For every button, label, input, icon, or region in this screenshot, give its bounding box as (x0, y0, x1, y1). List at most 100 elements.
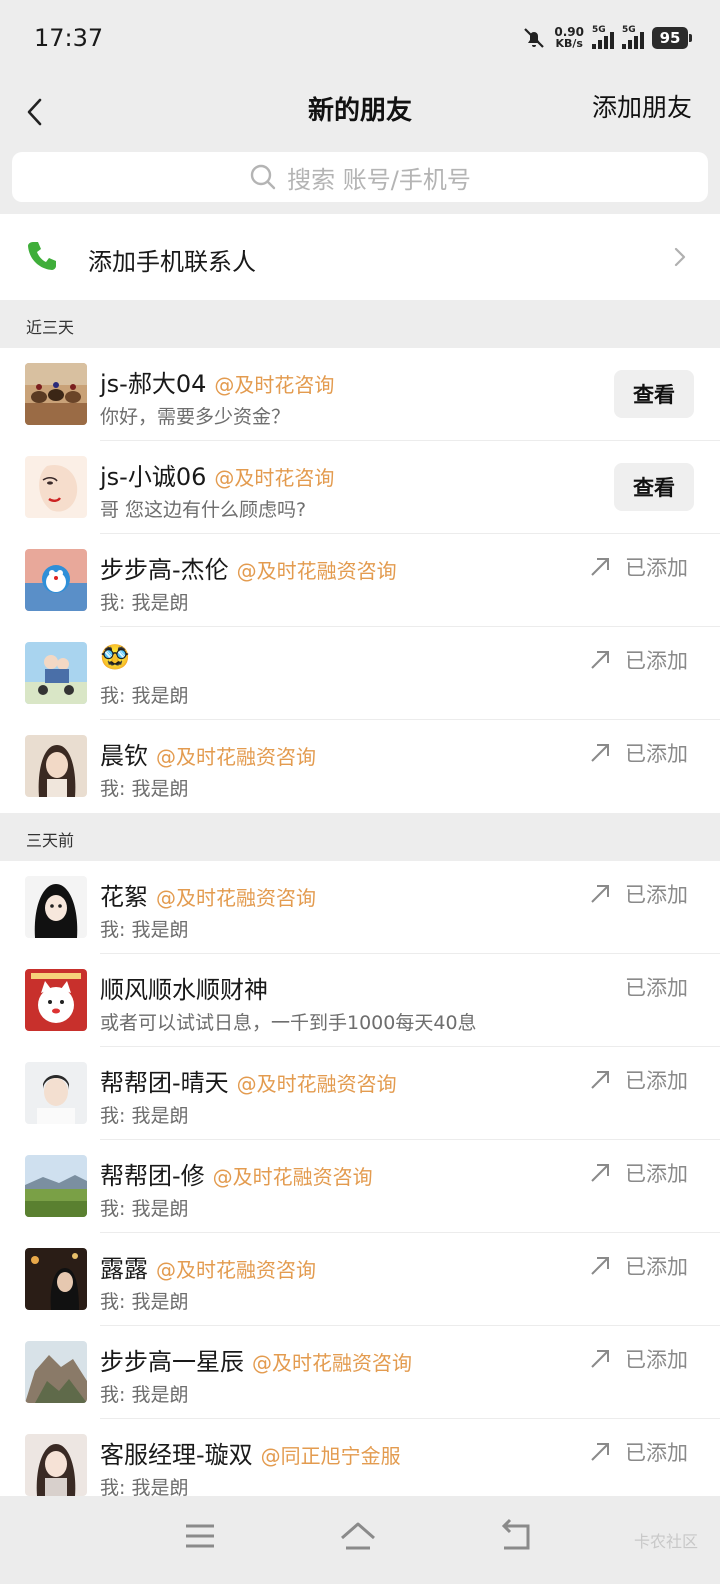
friend-org: @及时花融资咨询 (156, 1258, 316, 1282)
friend-org: @及时花融资咨询 (156, 745, 316, 769)
face-illustration-icon (25, 456, 87, 518)
friend-message: 我: 我是朗 (100, 1291, 189, 1313)
anime-girl-portrait-icon (25, 876, 87, 938)
friend-name: 帮帮团-修 (100, 1162, 205, 1190)
view-button[interactable]: 查看 (614, 463, 694, 511)
friend-name: 客服经理-璇双 (100, 1441, 253, 1469)
arrow-up-right-icon (591, 1071, 609, 1089)
woman-selfie-icon (25, 1434, 87, 1496)
friend-name: 步步高-杰伦 (100, 556, 229, 584)
friend-request-row[interactable]: 帮帮团-修 @及时花融资咨询 我: 我是朗 已添加 (0, 1140, 720, 1233)
friend-message: 哥 您这边有什么顾虑吗? (100, 499, 307, 521)
friend-message: 我: 我是朗 (100, 1105, 189, 1127)
added-status: 已添加 (589, 879, 688, 909)
added-label: 已添加 (625, 742, 688, 766)
friend-org: @及时花融资咨询 (252, 1351, 412, 1375)
friend-name: 露露 (100, 1255, 148, 1283)
friend-request-row[interactable]: 🥸 我: 我是朗 已添加 (0, 627, 720, 720)
arrow-up-right-icon (591, 1443, 609, 1461)
woman-portrait-icon (25, 735, 87, 797)
added-status: 已添加 (589, 1065, 688, 1095)
friend-name: js-小诚06 (100, 463, 207, 491)
added-label: 已添加 (625, 1069, 688, 1093)
friend-name: 帮帮团-晴天 (100, 1069, 229, 1097)
added-label: 已添加 (625, 1255, 688, 1279)
added-label: 已添加 (625, 1162, 688, 1186)
add-friend-button[interactable]: 添加朋友 (592, 88, 692, 124)
friend-org: @及时花融资咨询 (156, 886, 316, 910)
friend-message: 我: 我是朗 (100, 685, 189, 707)
friend-message: 或者可以试试日息，一千到手1000每天40息 (100, 1012, 477, 1034)
chevron-right-icon (674, 247, 686, 267)
view-button[interactable]: 查看 (614, 370, 694, 418)
added-status: 已添加 (589, 1437, 688, 1467)
arrow-up-right-icon (591, 744, 609, 762)
home-icon[interactable] (338, 1516, 378, 1556)
added-status: 已添加 (589, 552, 688, 582)
friend-request-row[interactable]: 花絮 @及时花融资咨询 我: 我是朗 已添加 (0, 861, 720, 954)
battery-icon: 95 (652, 27, 692, 49)
search-placeholder: 搜索 账号/手机号 (287, 165, 471, 194)
status-bar: 17:37 0.90 KB/s 5G 5G 95 (0, 0, 720, 80)
landscape-photo-icon (25, 1155, 87, 1217)
added-status: 已添加 (625, 972, 688, 1002)
nav-bar: 新的朋友 添加朋友 (0, 80, 720, 148)
friend-name: 🥸 (100, 643, 130, 671)
search-icon (250, 164, 276, 190)
friend-org: @及时花融资咨询 (236, 559, 397, 583)
arrow-up-right-icon (591, 885, 609, 903)
friend-request-row[interactable]: 露露 @及时花融资咨询 我: 我是朗 已添加 (0, 1233, 720, 1326)
man-portrait-icon (25, 1062, 87, 1124)
added-label: 已添加 (625, 883, 688, 907)
friend-list-recent: js-郝大04 @及时花咨询 你好，需要多少资金？ 查看 js-小诚06 @及时花咨… (0, 348, 720, 813)
friend-request-row[interactable]: js-小诚06 @及时花咨询 哥 您这边有什么顾虑吗? 查看 (0, 441, 720, 534)
friend-org: @及时花咨询 (214, 373, 335, 397)
friend-name: 花絮 (100, 883, 148, 911)
friend-request-row[interactable]: 步步高-杰伦 @及时花融资咨询 我: 我是朗 已添加 (0, 534, 720, 627)
search-input[interactable]: 搜索 账号/手机号 (12, 152, 708, 202)
horses-photo-icon (25, 363, 87, 425)
section-header: 近三天 (0, 300, 720, 348)
signal-1-icon: 5G (592, 25, 614, 49)
friend-name: 晨钦 (100, 742, 148, 770)
menu-icon[interactable] (180, 1516, 220, 1556)
added-label: 已添加 (625, 1348, 688, 1372)
friend-message: 我: 我是朗 (100, 1384, 189, 1406)
friend-request-row[interactable]: js-郝大04 @及时花咨询 你好，需要多少资金？ 查看 (0, 348, 720, 441)
mountain-photo-icon (25, 1341, 87, 1403)
friend-message: 我: 我是朗 (100, 778, 189, 800)
friend-request-row[interactable]: 顺风顺水顺财神 或者可以试试日息，一千到手1000每天40息 已添加 (0, 954, 720, 1047)
friend-request-row[interactable]: 帮帮团-晴天 @及时花融资咨询 我: 我是朗 已添加 (0, 1047, 720, 1140)
added-label: 已添加 (625, 1441, 688, 1465)
arrow-up-right-icon (591, 651, 609, 669)
added-status: 已添加 (589, 738, 688, 768)
added-status: 已添加 (589, 1158, 688, 1188)
night-portrait-icon (25, 1248, 87, 1310)
arrow-up-right-icon (591, 558, 609, 576)
arrow-up-right-icon (591, 1257, 609, 1275)
watermark: 卡农社区 (633, 1532, 698, 1551)
friend-message: 你好，需要多少资金？ (100, 406, 291, 428)
friend-message: 我: 我是朗 (100, 919, 189, 941)
friend-request-row[interactable]: 步步高一星辰 @及时花融资咨询 我: 我是朗 已添加 (0, 1326, 720, 1419)
section-header: 三天前 (0, 813, 720, 861)
friend-name: 步步高一星辰 (100, 1348, 244, 1376)
lucky-cat-image-icon (25, 969, 87, 1031)
phone-icon (28, 242, 56, 270)
doraemon-image-icon (25, 549, 87, 611)
arrow-up-right-icon (591, 1350, 609, 1368)
network-speed: 0.90 KB/s (554, 25, 584, 50)
add-phone-contacts-row[interactable]: 添加手机联系人 (0, 214, 720, 300)
signal-2-icon: 5G (622, 25, 644, 49)
friend-name: js-郝大04 (100, 370, 207, 398)
friend-request-row[interactable]: 晨钦 @及时花融资咨询 我: 我是朗 已添加 (0, 720, 720, 813)
arrow-up-right-icon (591, 1164, 609, 1182)
added-status: 已添加 (589, 1344, 688, 1374)
status-time: 17:37 (34, 24, 104, 52)
back-icon[interactable] (496, 1516, 536, 1556)
friend-org: @及时花咨询 (214, 466, 335, 490)
system-nav-bar: 卡农社区 (0, 1496, 720, 1584)
friend-message: 我: 我是朗 (100, 1198, 189, 1220)
added-status: 已添加 (589, 1251, 688, 1281)
added-label: 已添加 (625, 976, 688, 1000)
